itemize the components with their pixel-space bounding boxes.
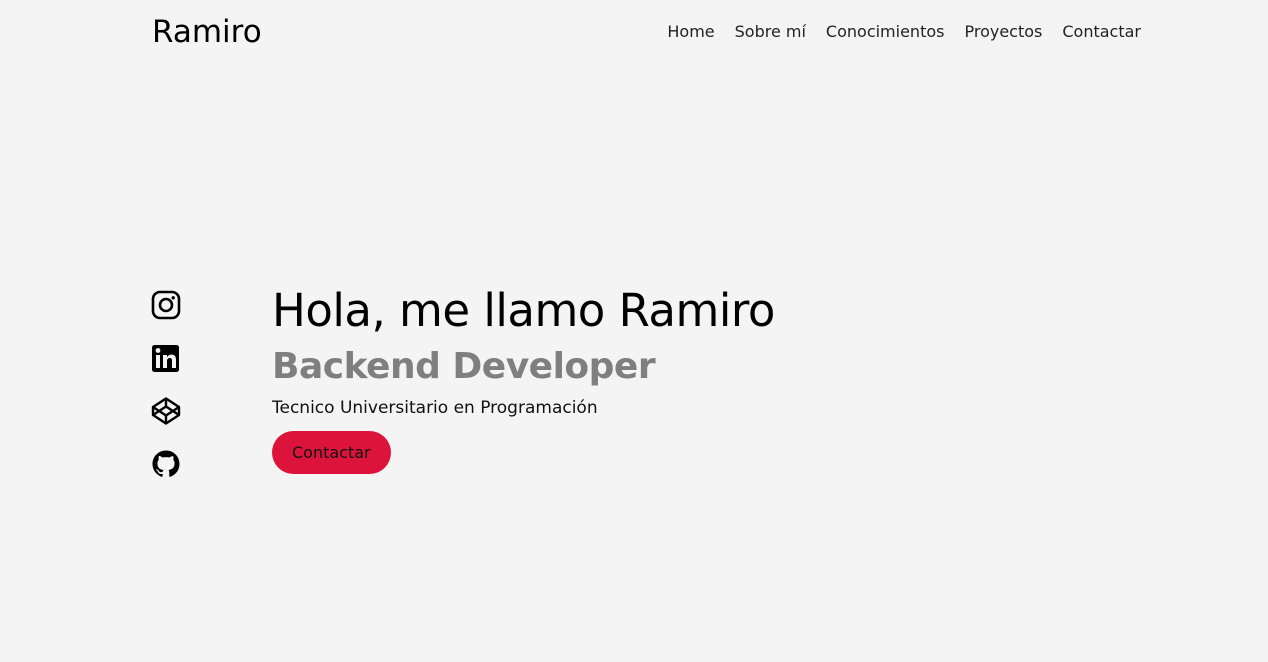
- site-header: Ramiro Home Sobre mí Conocimientos Proye…: [0, 0, 1268, 64]
- hero-section: Hola, me llamo Ramiro Backend Developer …: [272, 282, 775, 474]
- instagram-icon[interactable]: [151, 290, 181, 321]
- logo[interactable]: Ramiro: [152, 12, 262, 52]
- codepen-icon[interactable]: [151, 396, 181, 427]
- nav-home-link[interactable]: Home: [667, 20, 714, 44]
- social-links: [151, 290, 181, 480]
- hero-title: Hola, me llamo Ramiro: [272, 284, 775, 337]
- hero-subtitle: Backend Developer: [272, 346, 656, 387]
- nav-about-link[interactable]: Sobre mí: [735, 20, 806, 44]
- contact-button[interactable]: Contactar: [272, 431, 391, 474]
- main-nav: Home Sobre mí Conocimientos Proyectos Co…: [667, 20, 1141, 44]
- hero-description: Tecnico Universitario en Programación: [272, 398, 598, 418]
- nav-contact-link[interactable]: Contactar: [1062, 20, 1141, 44]
- nav-projects-link[interactable]: Proyectos: [964, 20, 1042, 44]
- github-icon[interactable]: [151, 449, 181, 480]
- linkedin-icon[interactable]: [151, 343, 181, 374]
- nav-skills-link[interactable]: Conocimientos: [826, 20, 945, 44]
